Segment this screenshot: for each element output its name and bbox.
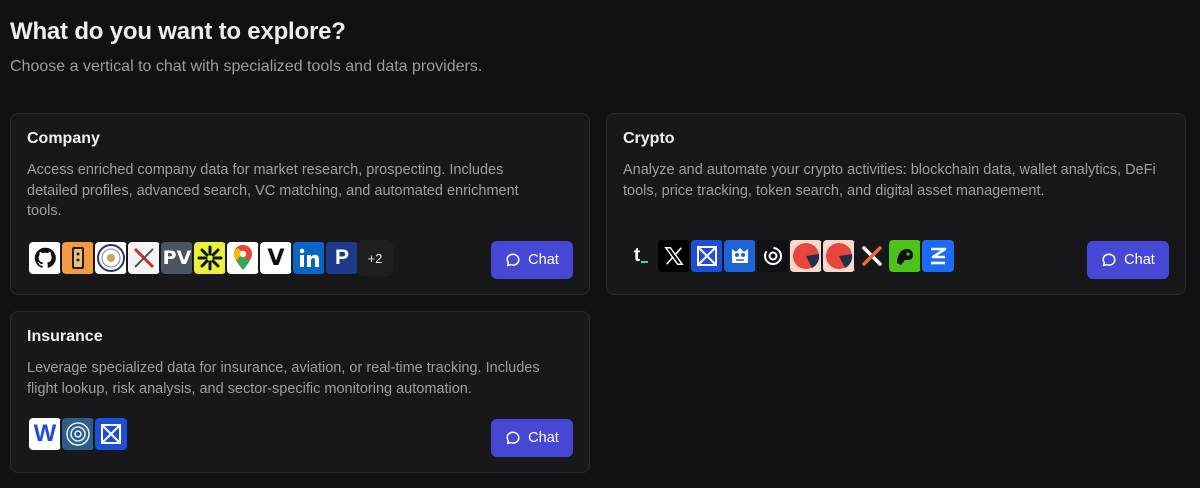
chat-button-label: Chat	[528, 430, 559, 446]
provider-logos: t	[623, 238, 956, 274]
card-description: Leverage specialized data for insurance,…	[27, 360, 540, 397]
dragon-icon	[887, 238, 923, 274]
insurance-card[interactable]: Insurance Leverage specialized data for …	[10, 311, 590, 473]
burst-icon	[192, 240, 228, 276]
chat-bubble-icon	[506, 253, 520, 267]
crypto-card[interactable]: Crypto Analyze and automate your crypto …	[606, 113, 1186, 295]
target-icon	[60, 416, 96, 452]
w-icon: W	[27, 416, 63, 452]
card-title: Company	[27, 130, 100, 147]
linkedin-icon	[291, 240, 327, 276]
t-icon: t	[623, 238, 659, 274]
page-subtitle: Choose a vertical to chat with specializ…	[10, 58, 483, 75]
pv-logo-text: PV	[162, 247, 192, 269]
t-logo-text: t	[633, 245, 641, 266]
crossed-x-icon	[126, 240, 162, 276]
card-description: Access enriched company data for market …	[27, 162, 519, 219]
company-card[interactable]: Company Access enriched company data for…	[10, 113, 590, 295]
v-logo-text: V	[267, 245, 285, 271]
hourglass-icon	[93, 416, 129, 452]
pie-icon	[788, 238, 824, 274]
chat-bubble-icon	[506, 431, 520, 445]
chat-button-label: Chat	[1124, 252, 1155, 268]
card-title: Crypto	[623, 130, 675, 147]
p-icon: P	[324, 240, 360, 276]
sec-seal-icon	[93, 240, 129, 276]
card-description: Analyze and automate your crypto activit…	[623, 162, 1156, 199]
hourglass-icon	[689, 238, 725, 274]
chat-button-label: Chat	[528, 252, 559, 268]
t-logo-underscore	[641, 261, 649, 263]
z-icon	[920, 238, 956, 274]
google-maps-icon	[225, 240, 261, 276]
page-title: What do you want to explore?	[10, 18, 346, 45]
insurance-chat-button[interactable]: Chat	[491, 419, 573, 457]
p-logo-text: P	[334, 246, 349, 269]
provider-logos: W	[27, 416, 129, 452]
swirl-icon	[755, 238, 791, 274]
pv-icon: PV	[159, 240, 195, 276]
company-chat-button[interactable]: Chat	[491, 241, 573, 279]
more-providers-badge: +2	[357, 240, 393, 276]
v-icon: V	[258, 240, 294, 276]
w-logo-text: W	[33, 420, 57, 447]
crypto-chat-button[interactable]: Chat	[1087, 241, 1169, 279]
x-icon	[656, 238, 692, 274]
x-logo-icon	[854, 238, 890, 274]
owl-icon	[722, 238, 758, 274]
card-title: Insurance	[27, 328, 103, 345]
cheese-icon	[60, 240, 96, 276]
pie-icon	[821, 238, 857, 274]
chat-bubble-icon	[1102, 253, 1116, 267]
provider-logos: PV V P +2	[27, 240, 393, 276]
github-icon	[27, 240, 63, 276]
